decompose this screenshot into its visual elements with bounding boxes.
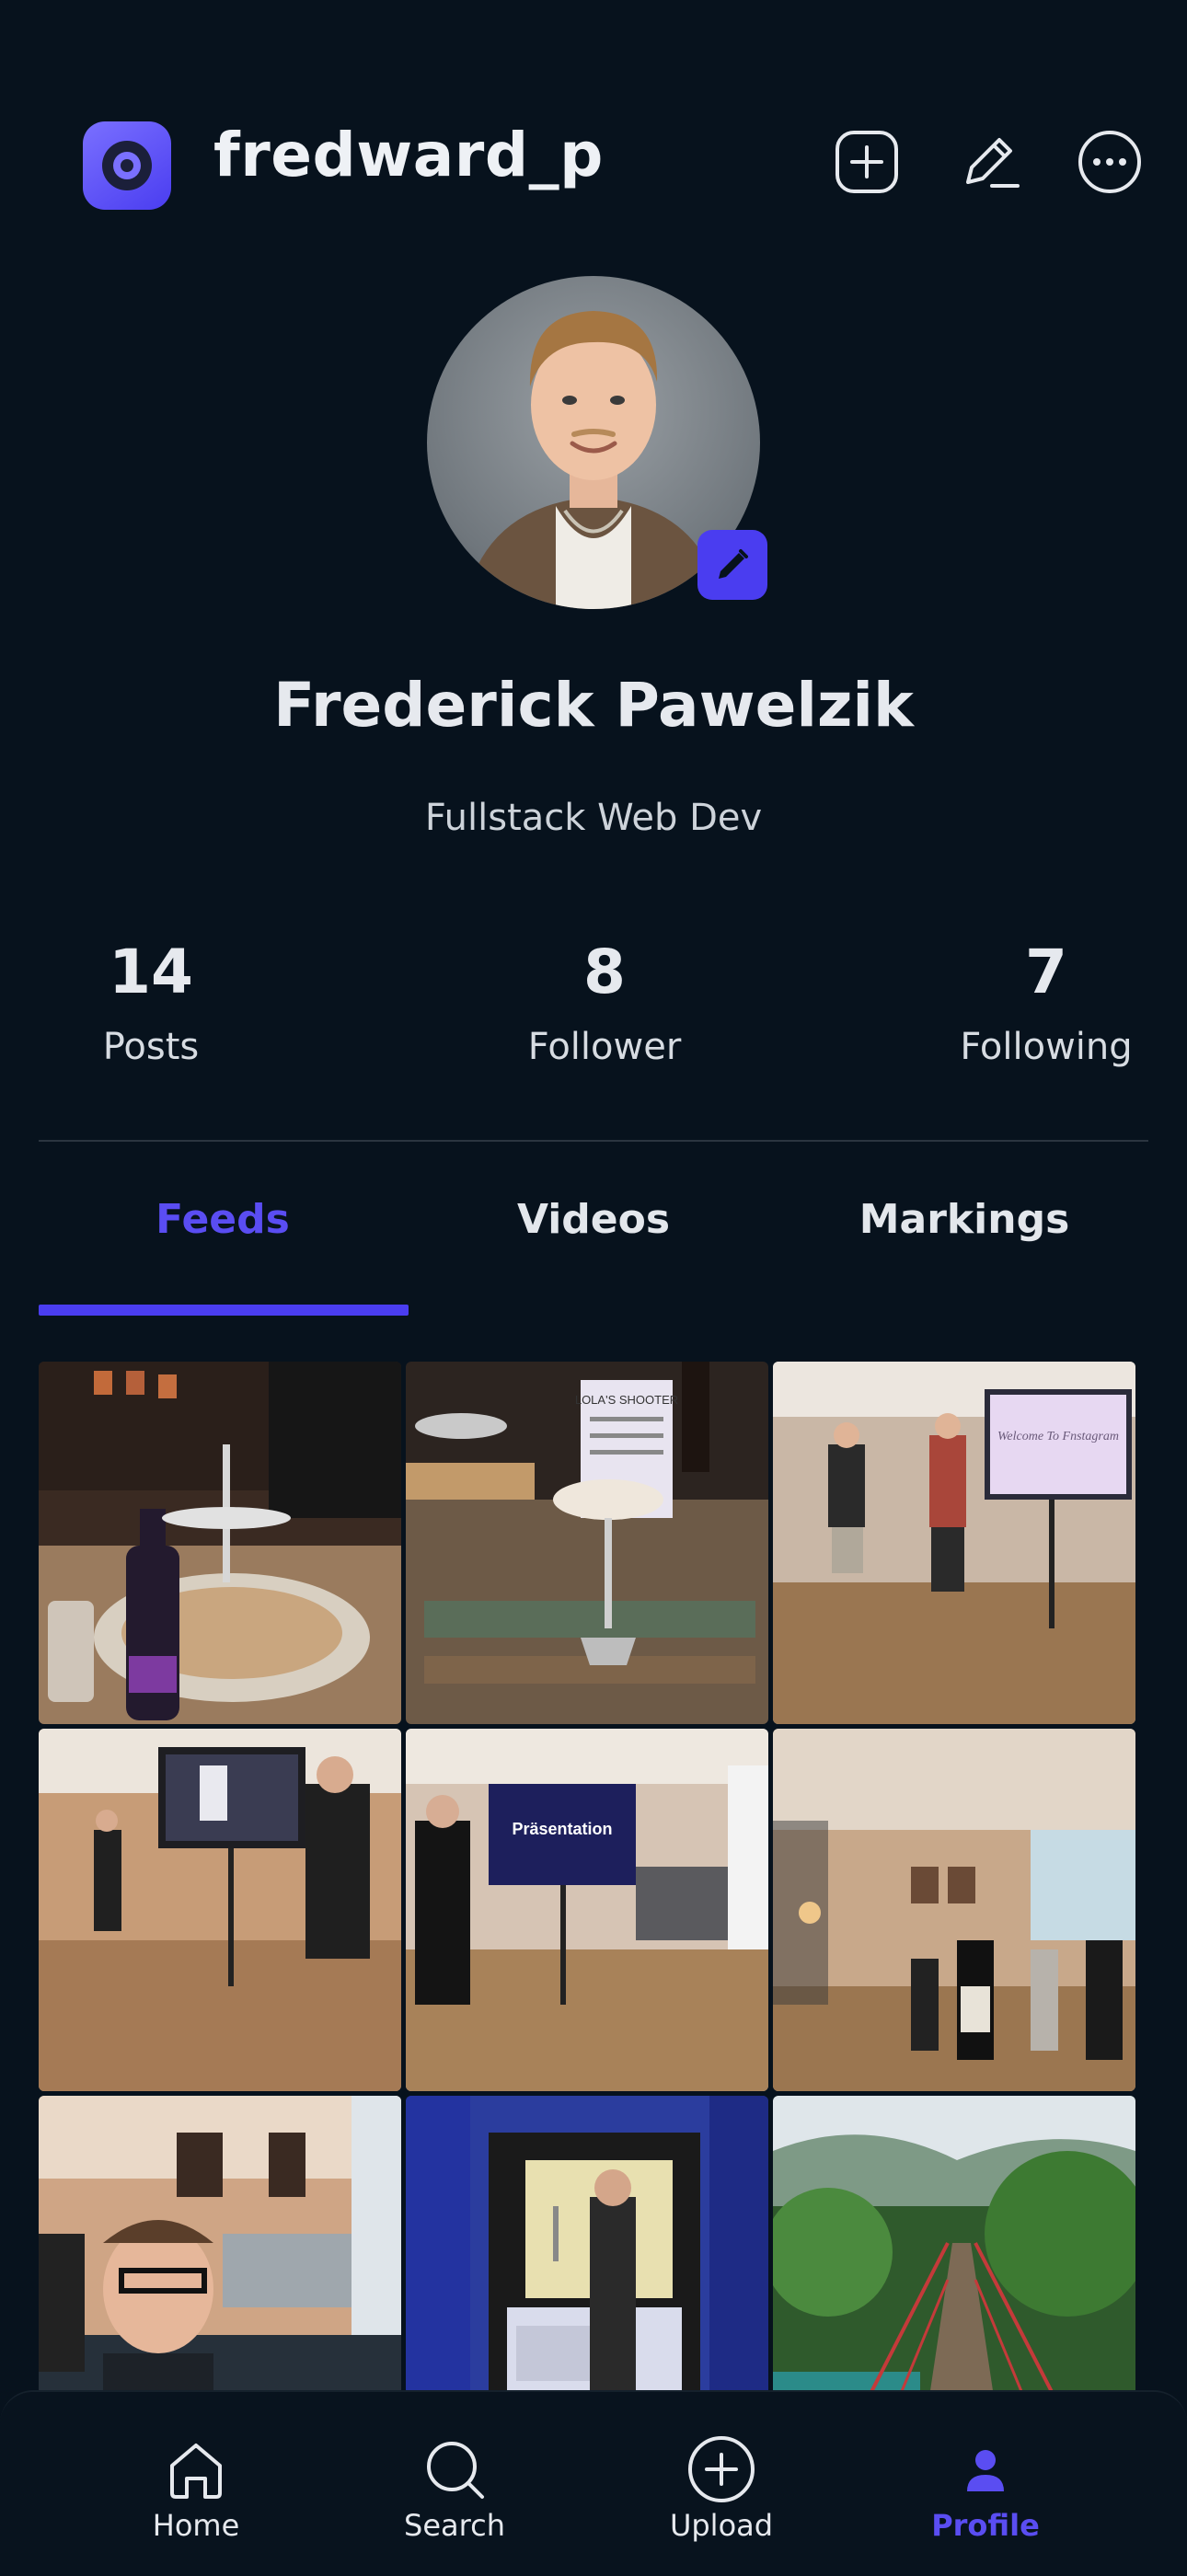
bio: Fullstack Web Dev bbox=[424, 797, 763, 839]
user-icon bbox=[967, 2450, 1004, 2491]
home-icon bbox=[170, 2444, 222, 2499]
menu-card-text: LOLA'S SHOOTER bbox=[575, 1393, 678, 1407]
bottom-navigation: Home Search Upload Profile bbox=[0, 2390, 1187, 2574]
app-logo-icon bbox=[83, 121, 171, 210]
stat-value: 7 bbox=[1025, 937, 1067, 1007]
pencil-icon bbox=[966, 138, 1020, 188]
plus-circle-icon bbox=[688, 2436, 755, 2502]
post-thumbnail[interactable] bbox=[39, 1362, 401, 1724]
nav-home[interactable]: Home bbox=[104, 2434, 288, 2543]
plus-circle-icon bbox=[836, 131, 898, 193]
nav-profile[interactable]: Profile bbox=[893, 2434, 1078, 2543]
more-horizontal-icon bbox=[1078, 131, 1141, 193]
post-thumbnail[interactable]: Welcome To Fnstagram bbox=[773, 1362, 1135, 1724]
avatar-edit-button[interactable] bbox=[697, 530, 767, 600]
active-tab-indicator bbox=[39, 1305, 409, 1316]
edit-profile-button[interactable] bbox=[955, 129, 1021, 195]
post-thumbnail[interactable] bbox=[39, 1729, 401, 2091]
nav-upload[interactable]: Upload bbox=[629, 2434, 813, 2543]
screen-text: Präsentation bbox=[512, 1820, 612, 1838]
stat-value: 8 bbox=[583, 937, 626, 1007]
more-options-button[interactable] bbox=[1077, 129, 1143, 195]
stat-label: Following bbox=[960, 1026, 1133, 1068]
tab-markings[interactable]: Markings bbox=[780, 1196, 1148, 1243]
full-name: Frederick Pawelzik bbox=[273, 670, 914, 741]
stat-value: 14 bbox=[109, 937, 193, 1007]
pencil-icon bbox=[719, 549, 748, 579]
search-icon bbox=[427, 2442, 484, 2499]
divider bbox=[39, 1140, 1148, 1142]
stat-following[interactable]: 7 Following bbox=[908, 937, 1184, 1068]
stat-label: Posts bbox=[102, 1026, 200, 1068]
nav-search[interactable]: Search bbox=[363, 2434, 547, 2543]
post-thumbnail[interactable]: Präsentation bbox=[406, 1729, 768, 2091]
nav-label: Upload bbox=[669, 2508, 774, 2543]
tab-videos[interactable]: Videos bbox=[409, 1196, 778, 1243]
username: fredward_p bbox=[213, 120, 604, 190]
avatar-container bbox=[427, 276, 767, 609]
stat-posts[interactable]: 14 Posts bbox=[13, 937, 289, 1068]
nav-label: Home bbox=[152, 2508, 240, 2543]
screen-text: Welcome To Fnstagram bbox=[997, 1430, 1119, 1443]
nav-label: Profile bbox=[931, 2508, 1040, 2543]
stat-label: Follower bbox=[527, 1026, 682, 1068]
post-thumbnail[interactable] bbox=[773, 1729, 1135, 2091]
post-thumbnail[interactable]: LOLA'S SHOOTER bbox=[406, 1362, 768, 1724]
tab-feeds[interactable]: Feeds bbox=[39, 1196, 407, 1243]
stat-follower[interactable]: 8 Follower bbox=[467, 937, 743, 1068]
add-post-button[interactable] bbox=[834, 129, 900, 195]
nav-label: Search bbox=[404, 2508, 505, 2543]
